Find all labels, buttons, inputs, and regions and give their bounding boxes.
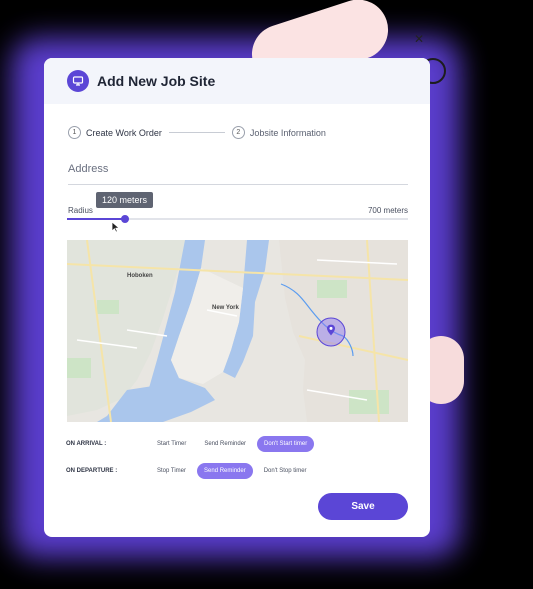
radius-slider-fill xyxy=(67,218,126,220)
arrival-dont-start-timer-option[interactable]: Don't Start timer xyxy=(257,436,315,452)
mouse-cursor-icon xyxy=(111,221,120,233)
job-site-dialog: Add New Job Site 1 Create Work Order 2 J… xyxy=(44,58,430,537)
on-arrival-label: ON ARRIVAL : xyxy=(66,441,107,447)
map-label-hoboken: Hoboken xyxy=(127,273,153,279)
step-jobsite-information[interactable]: Jobsite Information xyxy=(250,128,326,138)
on-departure-label: ON DEPARTURE : xyxy=(66,468,118,474)
radius-label: Radius xyxy=(68,206,93,215)
radius-slider[interactable] xyxy=(67,215,408,223)
step-connector xyxy=(168,132,225,133)
step-number: 1 xyxy=(68,126,81,139)
arrival-start-timer-option[interactable]: Start Timer xyxy=(150,436,193,452)
step-create-work-order[interactable]: Create Work Order xyxy=(86,128,162,138)
on-arrival-row: ON ARRIVAL : Start Timer Send Reminder D… xyxy=(66,436,318,452)
save-button[interactable]: Save xyxy=(318,493,408,520)
departure-stop-timer-option[interactable]: Stop Timer xyxy=(150,463,193,479)
step-number: 2 xyxy=(231,126,245,139)
arrival-send-reminder-option[interactable]: Send Reminder xyxy=(197,436,253,452)
on-departure-row: ON DEPARTURE : Stop Timer Send Reminder … xyxy=(66,463,318,479)
dialog-header: Add New Job Site xyxy=(44,58,430,104)
radius-tooltip: 120 meters xyxy=(96,192,154,208)
decorative-cross-icon: ✕ xyxy=(414,32,425,46)
map-label-new-york: New York xyxy=(212,305,239,311)
departure-dont-stop-timer-option[interactable]: Don't Stop timer xyxy=(257,463,314,479)
radius-max-label: 700 meters xyxy=(367,206,408,215)
dialog-title: Add New Job Site xyxy=(97,73,216,89)
address-input[interactable]: Address xyxy=(68,163,408,185)
monitor-icon xyxy=(67,70,89,92)
map-view[interactable]: Hoboken New York xyxy=(67,240,408,422)
departure-send-reminder-option[interactable]: Send Reminder xyxy=(197,463,253,479)
stepper: 1 Create Work Order 2 Jobsite Informatio… xyxy=(68,126,410,139)
location-pin-icon[interactable] xyxy=(326,324,336,336)
radius-slider-thumb[interactable] xyxy=(121,215,130,223)
